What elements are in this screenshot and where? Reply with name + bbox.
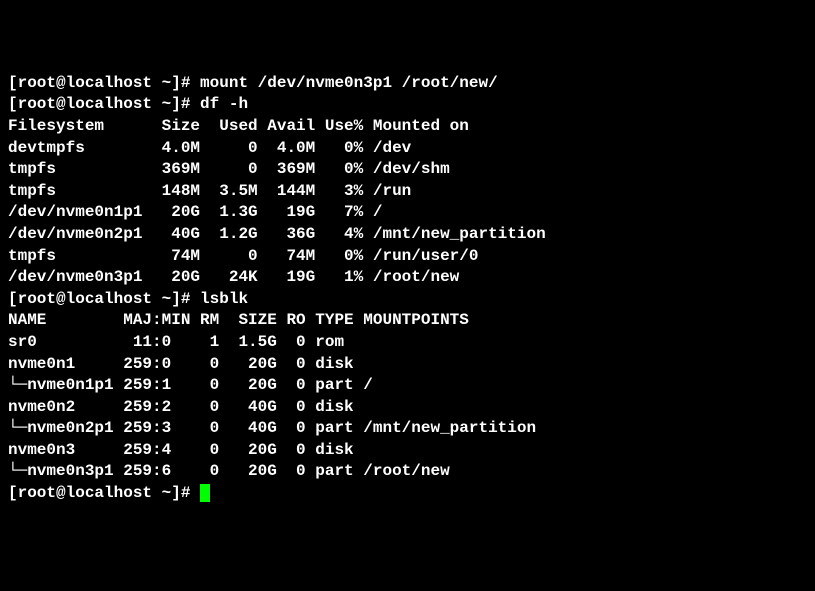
df-row: devtmpfs 4.0M 0 4.0M 0% /dev <box>8 139 411 157</box>
df-header: Filesystem Size Used Avail Use% Mounted … <box>8 117 469 135</box>
lsblk-row: nvme0n3 259:4 0 20G 0 disk <box>8 441 354 459</box>
df-row: tmpfs 74M 0 74M 0% /run/user/0 <box>8 247 478 265</box>
df-row: /dev/nvme0n3p1 20G 24K 19G 1% /root/new <box>8 268 459 286</box>
lsblk-row: └─nvme0n1p1 259:1 0 20G 0 part / <box>8 376 373 394</box>
lsblk-row: nvme0n2 259:2 0 40G 0 disk <box>8 398 354 416</box>
df-command: df -h <box>200 95 248 113</box>
lsblk-row: └─nvme0n3p1 259:6 0 20G 0 part /root/new <box>8 462 450 480</box>
shell-prompt: [root@localhost ~]# <box>8 74 200 92</box>
cursor-icon[interactable] <box>200 484 210 502</box>
terminal-output: [root@localhost ~]# mount /dev/nvme0n3p1… <box>8 73 807 505</box>
lsblk-row: └─nvme0n2p1 259:3 0 40G 0 part /mnt/new_… <box>8 419 536 437</box>
lsblk-row: nvme0n1 259:0 0 20G 0 disk <box>8 355 354 373</box>
mount-command: mount /dev/nvme0n3p1 /root/new/ <box>200 74 498 92</box>
lsblk-header: NAME MAJ:MIN RM SIZE RO TYPE MOUNTPOINTS <box>8 311 469 329</box>
df-row: tmpfs 148M 3.5M 144M 3% /run <box>8 182 411 200</box>
df-row: /dev/nvme0n2p1 40G 1.2G 36G 4% /mnt/new_… <box>8 225 546 243</box>
shell-prompt: [root@localhost ~]# <box>8 484 200 502</box>
lsblk-command: lsblk <box>200 290 248 308</box>
shell-prompt: [root@localhost ~]# <box>8 290 200 308</box>
df-row: /dev/nvme0n1p1 20G 1.3G 19G 7% / <box>8 203 382 221</box>
shell-prompt: [root@localhost ~]# <box>8 95 200 113</box>
df-row: tmpfs 369M 0 369M 0% /dev/shm <box>8 160 450 178</box>
lsblk-row: sr0 11:0 1 1.5G 0 rom <box>8 333 344 351</box>
